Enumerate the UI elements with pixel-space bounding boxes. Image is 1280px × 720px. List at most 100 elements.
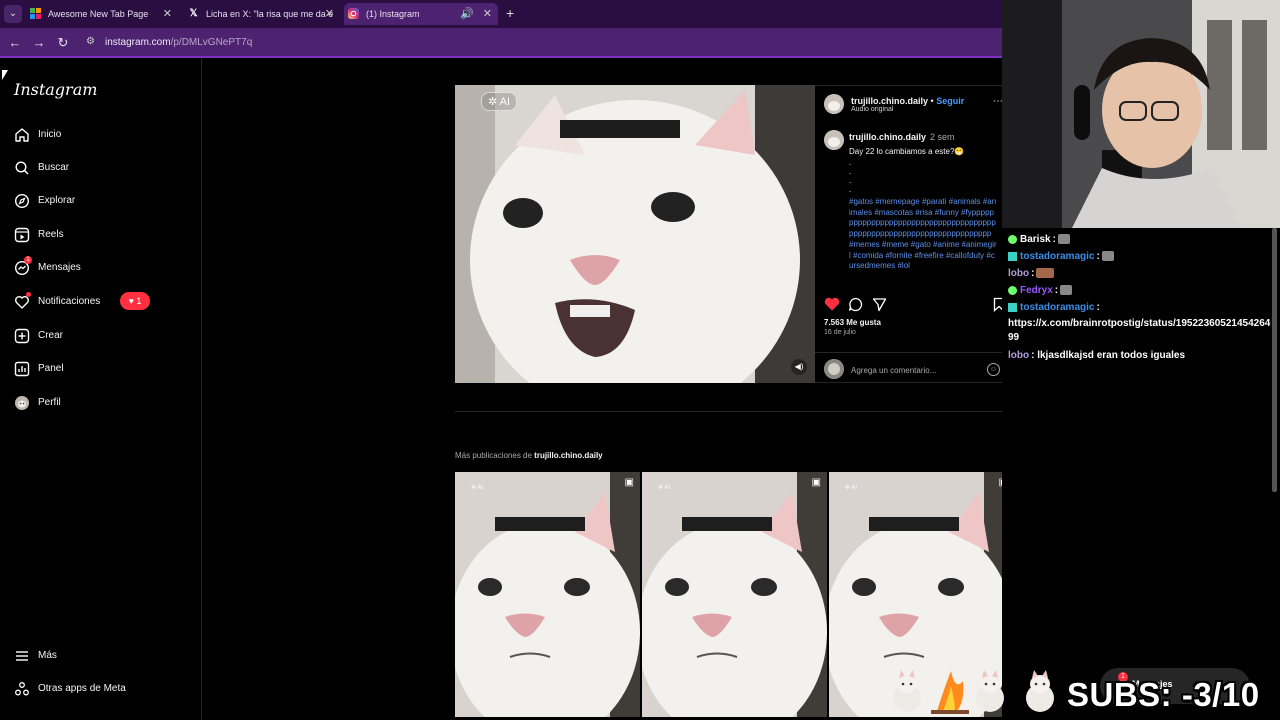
author-avatar[interactable]: [824, 94, 844, 114]
menu-icon: [16, 651, 28, 661]
url-path: /p/DMLvGNePT7q: [170, 37, 253, 48]
sidebar-item-notificaciones[interactable]: Notificaciones ♥ 1: [14, 292, 194, 314]
sidebar-item-label: Explorar: [38, 195, 76, 206]
follow-button[interactable]: Seguir: [936, 96, 964, 106]
comment-icon[interactable]: [848, 297, 863, 312]
separator: •: [930, 96, 934, 106]
sidebar-item-inicio[interactable]: Inicio: [14, 125, 194, 147]
sidebar-item-mas[interactable]: Más: [14, 646, 194, 668]
more-posts-prefix: Más publicaciones de: [455, 451, 532, 460]
ai-mini-label: ✲ AI: [845, 485, 858, 491]
more-post-thumbnail[interactable]: ✲ AI ▣: [642, 472, 827, 717]
notifications-badge: ♥ 1: [120, 292, 150, 310]
sidebar-item-crear[interactable]: Crear: [14, 326, 194, 348]
chat-scrollbar[interactable]: [1272, 228, 1277, 492]
close-icon[interactable]: ✕: [163, 7, 172, 20]
instagram-logo[interactable]: Instagram: [14, 80, 97, 99]
site-info-icon[interactable]: ⚙: [86, 36, 95, 47]
chat-text: :: [1052, 234, 1056, 245]
chat-message: lobo: lkjasdlkajsd eran todos iguales: [1008, 350, 1185, 361]
ai-mini-label: ✲ AI: [658, 485, 671, 491]
sidebar-item-reels[interactable]: Reels: [14, 225, 194, 247]
chat-text: :: [1054, 285, 1059, 296]
caption-avatar[interactable]: [824, 130, 844, 150]
chat-message: Barisk:: [1008, 234, 1070, 245]
tab-strip: ⌄ Awesome New Tab Page ✕ 𝕏 Licha en X: "…: [0, 0, 1002, 28]
sidebar-item-explorar[interactable]: Explorar: [14, 191, 194, 213]
notification-dot: [26, 292, 31, 297]
webcam-overlay: [1002, 0, 1280, 228]
apps-icon: [15, 682, 29, 696]
sidebar-item-buscar[interactable]: Buscar: [14, 158, 194, 180]
search-icon: [15, 161, 29, 175]
sidebar-item-mensajes[interactable]: 1 Mensajes: [14, 256, 194, 280]
share-icon[interactable]: [872, 297, 887, 312]
badge-icon: [1008, 234, 1017, 244]
chat-username[interactable]: tostadoramagic: [1020, 302, 1094, 313]
close-icon[interactable]: ✕: [325, 7, 334, 20]
chart-icon: [14, 361, 30, 377]
reels-icon: ▣: [811, 477, 821, 488]
speaker-icon[interactable]: 🔊: [460, 7, 474, 20]
emote-icon: [1057, 234, 1070, 245]
post-video[interactable]: ✲ AI ◀): [455, 85, 815, 383]
sidebar-item-label: Notificaciones: [38, 296, 101, 307]
volume-icon[interactable]: ◀): [791, 359, 807, 375]
author-username[interactable]: trujillo.chino.daily: [851, 96, 928, 106]
ai-label: AI: [499, 96, 511, 108]
sidebar-item-perfil[interactable]: Perfil: [14, 393, 194, 415]
tab-label: Licha en X: "la risa que me da e: [206, 9, 334, 19]
tab-search-button[interactable]: ⌄: [4, 5, 22, 23]
sidebar-item-panel[interactable]: Panel: [14, 359, 194, 381]
sidebar-item-label: Otras apps de Meta: [38, 683, 126, 694]
chat-link[interactable]: https://x.com/brainrotpostig/status/1952…: [1008, 317, 1274, 345]
like-heart-icon[interactable]: [824, 297, 840, 311]
chat-message: Fedryx:: [1008, 285, 1073, 296]
close-icon[interactable]: ✕: [483, 7, 492, 20]
tab-instagram[interactable]: (1) Instagram 🔊 ✕: [344, 3, 498, 25]
sidebar-item-otras-apps[interactable]: Otras apps de Meta: [14, 679, 194, 701]
home-icon: [15, 128, 29, 142]
address-bar[interactable]: ⚙ instagram.com/p/DMLvGNePT7q: [80, 32, 520, 54]
cat-thumbnail-image: [642, 472, 827, 717]
caption-time: 2 sem: [930, 132, 955, 142]
chat-username[interactable]: lobo: [1008, 350, 1029, 361]
chat-text: :: [1031, 268, 1035, 279]
likes-count[interactable]: 7.563 Me gusta: [824, 318, 881, 327]
chat-username[interactable]: lobo: [1008, 268, 1029, 279]
caption-author[interactable]: trujillo.chino.daily: [849, 132, 926, 142]
browser-chrome: ⌄ Awesome New Tab Page ✕ 𝕏 Licha en X: "…: [0, 0, 1002, 58]
comment-form: Agrega un comentario... ☺: [815, 352, 1017, 384]
caption-hashtags[interactable]: #gatos #memepage #parati #animals #anima…: [849, 197, 997, 272]
audio-label[interactable]: Audio original: [851, 106, 893, 113]
tab-label: (1) Instagram: [366, 9, 420, 19]
tab-awesome-new-tab-page[interactable]: Awesome New Tab Page ✕: [26, 3, 178, 25]
badge-icon: [1008, 251, 1017, 261]
cat-thumbnail-image: [455, 472, 640, 717]
chat-text: :: [1096, 302, 1100, 313]
chat-username[interactable]: Barisk: [1020, 234, 1051, 245]
notifications-count: 1: [136, 296, 142, 306]
navigation-bar: ← → ↻ ⚙ instagram.com/p/DMLvGNePT7q: [0, 28, 1002, 58]
chat-message: tostadoramagic:: [1008, 251, 1114, 262]
x-logo-icon: 𝕏: [189, 8, 198, 19]
reload-button[interactable]: ↻: [54, 34, 72, 52]
instagram-sidebar: Instagram Inicio Buscar Explorar Reels 1…: [0, 58, 202, 720]
new-tab-button[interactable]: +: [506, 5, 514, 21]
more-post-thumbnail[interactable]: ✲ AI ▣: [455, 472, 640, 717]
chat-username[interactable]: Fedryx: [1020, 285, 1053, 296]
avatar-icon: [15, 396, 29, 410]
more-posts-author[interactable]: trujillo.chino.daily: [534, 451, 602, 460]
emoji-icon[interactable]: ☺: [987, 363, 1000, 376]
sidebar-item-label: Mensajes: [38, 262, 81, 273]
back-button[interactable]: ←: [6, 34, 24, 52]
sidebar-item-label: Panel: [38, 363, 64, 374]
compass-icon: [14, 193, 30, 209]
forward-button[interactable]: →: [30, 34, 48, 52]
tab-x-post[interactable]: 𝕏 Licha en X: "la risa que me da e ✕: [184, 3, 340, 25]
chat-username[interactable]: tostadoramagic: [1020, 251, 1094, 262]
ai-mini-label: ✲ AI: [471, 485, 484, 491]
tab-label: Awesome New Tab Page: [48, 9, 149, 19]
instagram-icon: [348, 8, 359, 19]
comment-input[interactable]: Agrega un comentario...: [851, 366, 936, 375]
